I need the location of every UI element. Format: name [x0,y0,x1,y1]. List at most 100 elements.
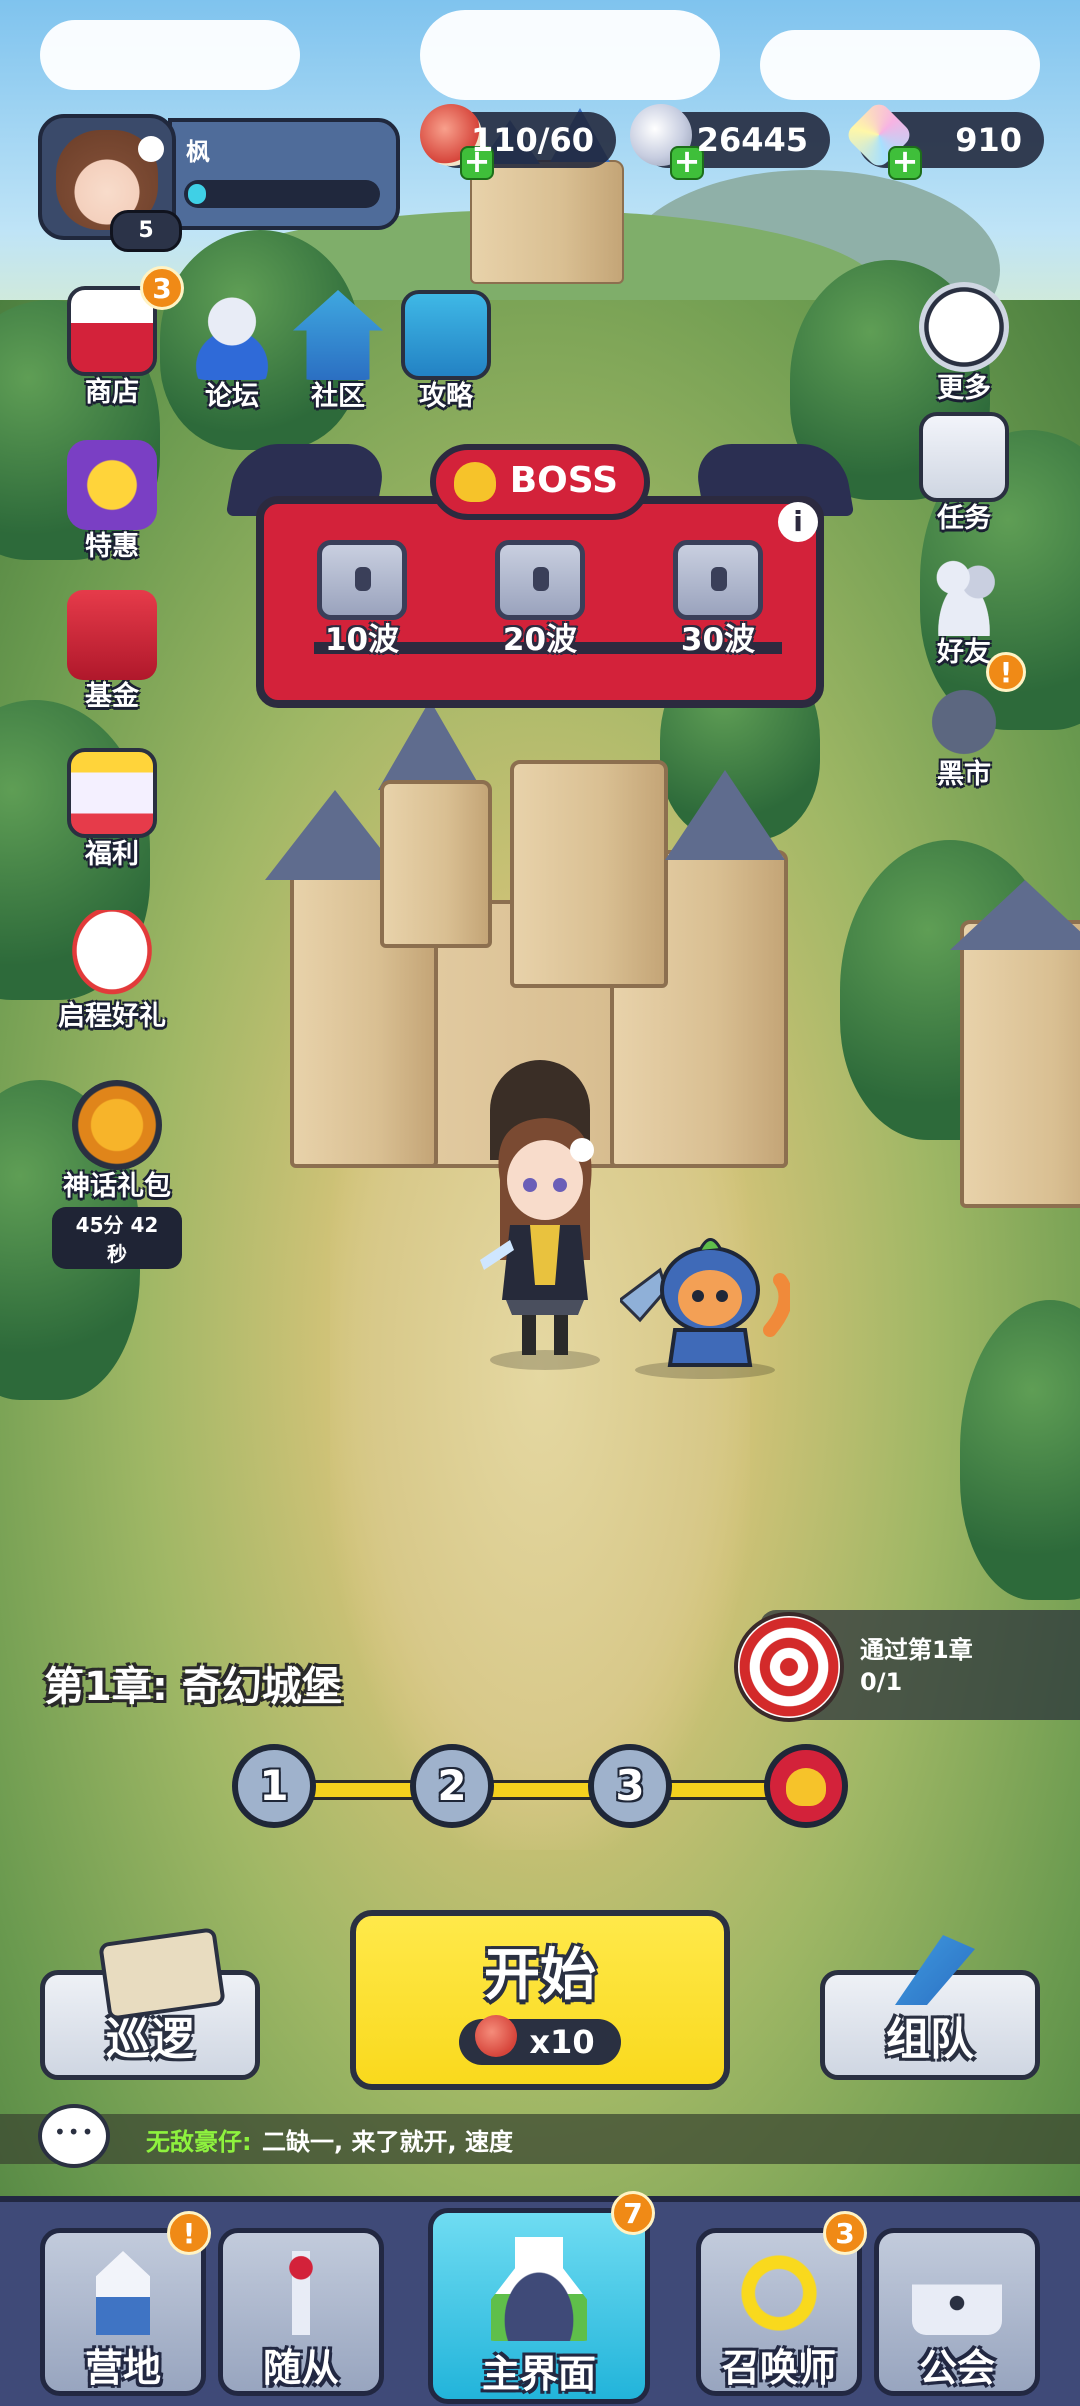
player-name: 枫 [186,138,210,166]
chat-message: 二缺一, 来了就开, 速度 [262,2128,513,2156]
ruined-house [960,920,1080,1208]
more-button[interactable]: 更多 [904,282,1024,405]
special-offer-icon [67,440,157,530]
tab-followers-label: 随从 [262,2346,339,2390]
player-profile[interactable]: 枫 5 [38,114,400,252]
lock-icon [912,2251,1002,2335]
diamond-counter[interactable]: + 910 [843,99,1044,180]
tab-summoner[interactable]: 3 召唤师 [696,2211,867,2396]
special-offer-button[interactable]: 特惠 [52,440,172,563]
boss-title-text: BOSS [509,460,618,501]
fox-mask-icon [67,910,157,1000]
guide-button[interactable]: 攻略 [386,290,506,413]
team-button[interactable]: 组队 [820,1935,1040,2080]
forum-button[interactable]: 论坛 [172,290,292,413]
chat-bubble-icon[interactable] [38,2104,110,2168]
wave-chest[interactable]: 10波 [314,540,410,659]
guide-icon [401,290,491,380]
community-button[interactable]: 社区 [278,290,398,413]
distant-castle [470,160,624,284]
quest-progress: 0/1 [860,1668,903,1696]
stage-node[interactable]: 3 [588,1744,672,1828]
cloud [420,10,720,100]
tab-summoner-label: 召唤师 [721,2346,836,2390]
fund-button[interactable]: 基金 [52,590,172,713]
friends-button[interactable]: 好友 [904,546,1024,669]
boss-wave-panel[interactable]: BOSS i 10波 20波 30波 [225,444,855,712]
camp-badge: ! [167,2211,211,2255]
quest-text: 通过第1章 [860,1636,973,1664]
black-market-button[interactable]: ! 黑市 [904,652,1026,791]
tab-camp-label: 营地 [84,2346,161,2390]
silver-value: 26445 [696,121,808,159]
start-button[interactable]: 开始 x10 [350,1910,730,2090]
add-diamond-button[interactable]: + [888,145,922,180]
castle-tower [380,780,492,948]
wave-label: 20波 [502,622,578,658]
patrol-label: 巡逻 [106,2014,194,2065]
xp-bar-fill [188,184,206,204]
team-label: 组队 [886,2014,974,2065]
start-label: 开始 [484,1943,596,2008]
diamond-value: 910 [955,121,1022,159]
summoner-badge: 3 [823,2211,867,2255]
staff-icon [256,2251,346,2335]
wave-label: 30波 [680,622,756,658]
meat-icon [475,2015,518,2057]
forum-icon [187,290,277,380]
patrol-button[interactable]: 巡逻 [40,1927,260,2080]
wave-chest[interactable]: 30波 [670,540,766,659]
wave-chest[interactable]: 20波 [492,540,588,659]
journey-gift-button[interactable]: 启程好礼 [52,910,172,1033]
castle-tower-roof [665,770,785,860]
hero-character[interactable] [470,1110,620,1370]
friends-icon [919,546,1009,636]
boss-stage-node[interactable] [764,1744,848,1828]
map-icon [98,1927,226,2021]
chapter-quest[interactable]: 通过第1章 0/1 [734,1610,1080,1722]
flower-hairpin-icon [138,136,164,162]
tasks-button[interactable]: 任务 [904,412,1024,535]
locked-chest-icon [317,540,407,620]
chapter-title: 第1章: 奇幻城堡 [44,1664,342,1710]
myth-pack-icon [72,1080,162,1170]
silver-counter[interactable]: + 26445 [630,104,830,180]
main-badge: 7 [611,2191,655,2235]
cloud [760,30,1040,100]
info-button[interactable]: i [778,502,818,542]
boss-skull-icon [454,462,496,502]
target-icon [734,1612,844,1722]
boss-skull-icon [786,1768,826,1806]
start-cost-value: x10 [529,2023,595,2061]
tab-main-label: 主界面 [481,2352,596,2396]
summon-ring-icon [734,2251,824,2335]
clipboard-check-icon [919,412,1009,502]
community-icon [293,290,383,380]
myth-pack-button[interactable]: 神话礼包 45分 42秒 [52,1080,182,1269]
stage-progress-line [270,1780,810,1800]
castle-tower-roof [378,700,482,790]
boss-title: BOSS [430,444,650,520]
welfare-button[interactable]: 福利 [52,748,172,871]
xp-bar [184,180,380,208]
stage-node[interactable]: 1 [232,1744,316,1828]
tab-main[interactable]: 7 主界面 [428,2191,655,2404]
stamina-value: 110/60 [470,121,594,159]
chat-ticker[interactable]: 无敌豪仔: 二缺一, 来了就开, 速度 [0,2104,1080,2168]
cloud [40,20,300,90]
tab-guild-label: 公会 [918,2346,995,2390]
locked-chest-icon [673,540,763,620]
stamina-counter[interactable]: + 110/60 [420,104,616,180]
shop-button[interactable]: 3 商店 [52,266,184,409]
tab-followers[interactable]: 随从 [218,2228,384,2396]
myth-pack-timer: 45分 42秒 [52,1207,182,1269]
tab-guild[interactable]: 公会 [874,2228,1040,2396]
stage-node[interactable]: 2 [410,1744,494,1828]
castle-icon [96,2251,150,2335]
tab-camp[interactable]: ! 营地 [40,2211,211,2396]
locked-chest-icon [495,540,585,620]
bottom-nav: ! 营地 随从 7 主界面 3 召唤师 公会 [0,2191,1080,2406]
player-name-bar: 枫 [168,118,400,230]
cat-companion[interactable] [620,1230,790,1380]
ruined-house-roof [950,880,1080,950]
